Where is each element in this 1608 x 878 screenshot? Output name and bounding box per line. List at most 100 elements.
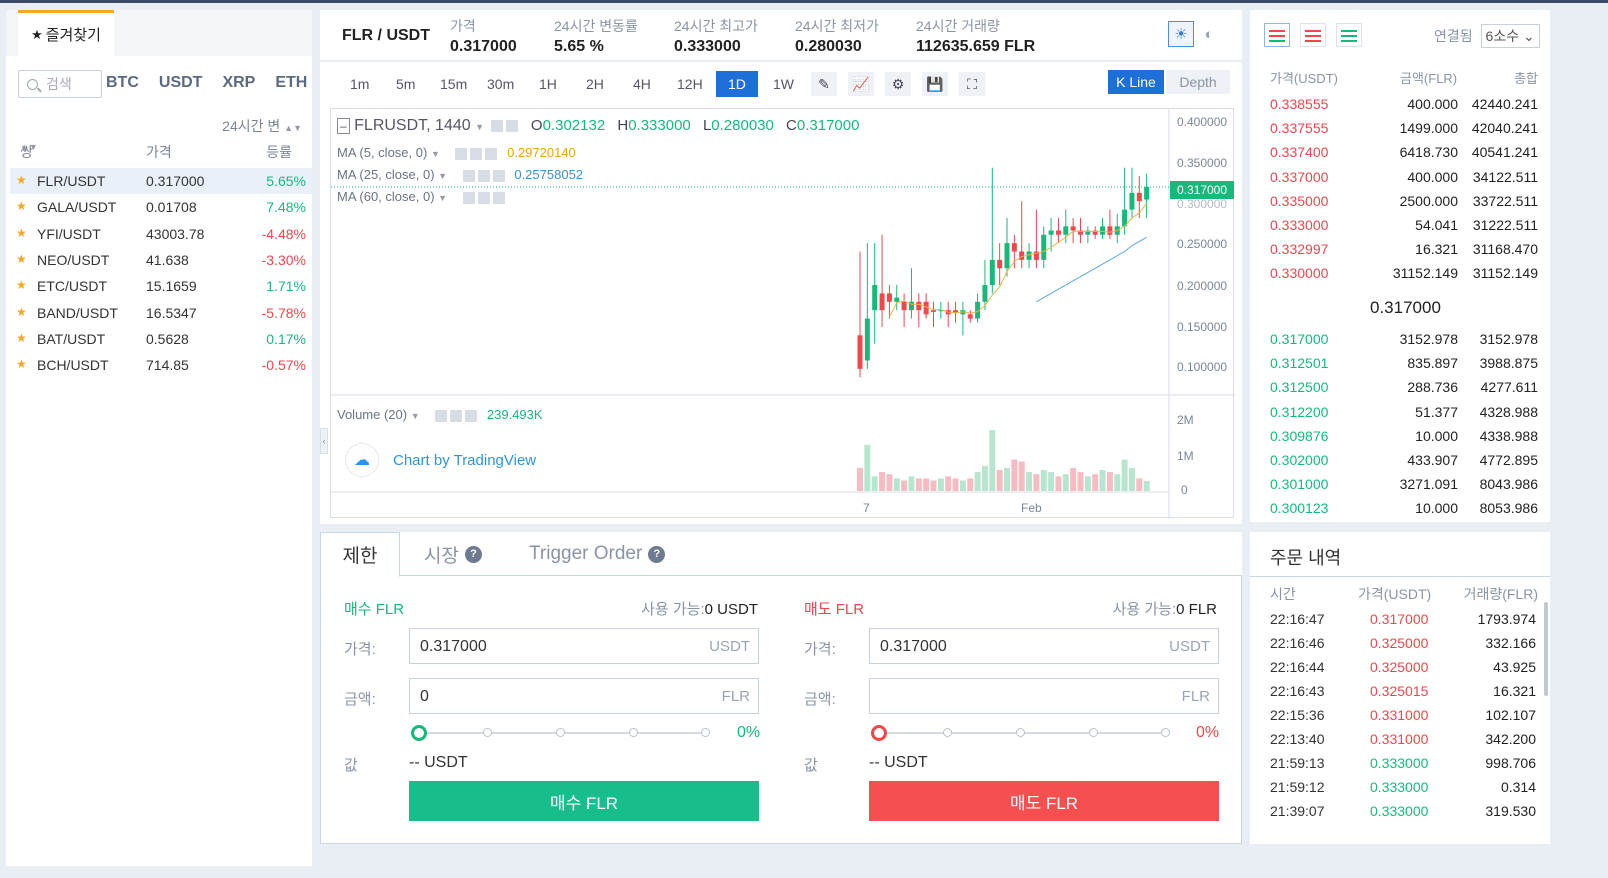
timeframe-4h[interactable]: 4H [633, 76, 651, 92]
market-tab-usdt[interactable]: USDT [159, 74, 203, 92]
close-icon[interactable] [492, 169, 505, 182]
book-row[interactable]: 0.302000 433.907 4772.895 [1250, 448, 1550, 472]
fullscreen-icon[interactable]: ⛶ [959, 72, 985, 96]
book-row[interactable]: 0.300123 10.000 8053.986 [1250, 496, 1550, 520]
tradingview-attribution[interactable]: ☁ Chart by TradingView [345, 443, 536, 477]
star-icon[interactable]: ★ [16, 305, 27, 319]
buy-button[interactable]: 매수 FLR [409, 781, 759, 821]
draw-pencil-icon[interactable]: ✎ [811, 72, 837, 96]
book-asks-icon[interactable] [1300, 23, 1326, 47]
coin-row[interactable]: ★ BCH/USDT 714.85 -0.57% [10, 352, 312, 378]
indicators-icon[interactable]: 📈 [848, 72, 874, 96]
star-icon[interactable]: ★ [16, 331, 27, 345]
sell-price-input[interactable]: 0.317000 USDT [869, 628, 1219, 664]
decimal-selector[interactable]: 연결됨 6소수 ⌄ [1434, 24, 1540, 48]
sell-amount-slider[interactable] [871, 725, 1170, 741]
gear-icon[interactable] [450, 409, 463, 422]
book-row-price: 0.335000 [1270, 192, 1329, 209]
change-column-header[interactable]: 등률 [266, 142, 292, 162]
close-icon[interactable] [492, 191, 505, 204]
buy-slider-handle[interactable] [411, 725, 427, 741]
timeframe-1h[interactable]: 1H [539, 76, 557, 92]
star-icon[interactable]: ★ [16, 278, 27, 292]
dark-theme-button[interactable]: ◐ [1196, 21, 1222, 47]
eye-icon[interactable] [462, 169, 475, 182]
sell-slider-handle[interactable] [871, 725, 887, 741]
collapse-legend-icon[interactable]: – [337, 118, 350, 134]
market-tab-eth[interactable]: ETH [275, 74, 307, 92]
book-row[interactable]: 0.312500 288.736 4277.611 [1250, 375, 1550, 399]
book-both-icon[interactable] [1264, 23, 1290, 47]
star-icon[interactable]: ★ [16, 199, 27, 213]
coin-row[interactable]: ★ YFI/USDT 43003.78 -4.48% [10, 221, 312, 247]
eye-icon[interactable] [491, 119, 504, 132]
gear-icon[interactable] [506, 119, 519, 132]
book-row[interactable]: 0.337555 1499.000 42040.241 [1250, 116, 1550, 140]
eye-icon[interactable] [435, 409, 448, 422]
book-row[interactable]: 0.338555 400.000 42440.241 [1250, 92, 1550, 116]
book-row[interactable]: 0.317000 3152.978 3152.978 [1250, 327, 1550, 351]
close-icon[interactable] [485, 147, 498, 160]
buy-amount-input[interactable]: 0 FLR [409, 678, 759, 714]
collapse-left-panel-handle[interactable]: ‹ [320, 428, 328, 454]
trade-list-scrollbar[interactable] [1544, 602, 1548, 696]
book-row[interactable]: 0.312200 51.377 4328.988 [1250, 400, 1550, 424]
coin-row[interactable]: ★ BAND/USDT 16.5347 -5.78% [10, 300, 312, 326]
sell-button[interactable]: 매도 FLR [869, 781, 1219, 821]
star-icon[interactable]: ★ [16, 226, 27, 240]
buy-amount-slider[interactable] [411, 725, 710, 741]
price-column-header[interactable]: 가격 [146, 142, 172, 162]
gear-icon[interactable] [477, 191, 490, 204]
gear-icon[interactable] [470, 147, 483, 160]
eye-icon[interactable] [462, 191, 475, 204]
sell-amount-input[interactable]: FLR [869, 678, 1219, 714]
book-row[interactable]: 0.301000 3271.091 8043.986 [1250, 472, 1550, 496]
book-row[interactable]: 0.333000 54.041 31222.511 [1250, 213, 1550, 237]
tradingview-chart[interactable]: – FLRUSDT, 1440 ▼ O0.302132 H0.333000 L0… [330, 108, 1235, 519]
light-theme-button[interactable]: ☀ [1168, 21, 1194, 47]
gear-icon[interactable] [477, 169, 490, 182]
eye-icon[interactable] [455, 147, 468, 160]
book-bids-icon[interactable] [1336, 23, 1362, 47]
coin-row[interactable]: ★ FLR/USDT 0.317000 5.65% [10, 168, 312, 194]
timeframe-12h[interactable]: 12H [677, 76, 703, 92]
timeframe-30m[interactable]: 30m [487, 76, 514, 92]
star-icon[interactable]: ★ [16, 357, 27, 371]
timeframe-1w[interactable]: 1W [773, 76, 794, 92]
book-row[interactable]: 0.335000 2500.000 33722.511 [1250, 189, 1550, 213]
star-icon[interactable]: ★ [16, 173, 27, 187]
change-period-header[interactable]: 24시간 변 ▲▼ [222, 116, 302, 136]
kline-view-button[interactable]: K Line [1108, 70, 1164, 94]
search-input[interactable]: 검색 [18, 70, 102, 98]
tab-limit[interactable]: 제한 [320, 532, 400, 577]
timeframe-1m[interactable]: 1m [350, 76, 369, 92]
favorites-tab[interactable]: ★ 즐겨찾기 [18, 10, 114, 56]
market-tab-xrp[interactable]: XRP [222, 74, 255, 92]
settings-gear-icon[interactable]: ⚙ [885, 72, 911, 96]
coin-row[interactable]: ★ ETC/USDT 15.1659 1.71% [10, 273, 312, 299]
buy-price-input[interactable]: 0.317000 USDT [409, 628, 759, 664]
market-tab-btc[interactable]: BTC [106, 74, 139, 92]
book-row[interactable]: 0.309876 10.000 4338.988 [1250, 424, 1550, 448]
save-floppy-icon[interactable]: 💾 [922, 72, 948, 96]
book-row[interactable]: 0.332997 16.321 31168.470 [1250, 237, 1550, 261]
timeframe-2h[interactable]: 2H [586, 76, 604, 92]
timeframe-15m[interactable]: 15m [440, 76, 467, 92]
tab-market[interactable]: 시장? [424, 532, 482, 576]
book-row[interactable]: 0.337000 400.000 34122.511 [1250, 165, 1550, 189]
book-row[interactable]: 0.337400 6418.730 40541.241 [1250, 140, 1550, 164]
timeframe-1d[interactable]: 1D [716, 71, 758, 97]
tab-trigger-order[interactable]: Trigger Order? [529, 532, 666, 576]
coin-row[interactable]: ★ BAT/USDT 0.5628 0.17% [10, 326, 312, 352]
coin-row[interactable]: ★ GALA/USDT 0.01708 7.48% [10, 194, 312, 220]
help-icon[interactable]: ? [648, 545, 666, 563]
help-icon[interactable]: ? [464, 545, 482, 563]
close-icon[interactable] [465, 409, 478, 422]
depth-view-button[interactable]: Depth [1166, 70, 1230, 94]
timeframe-5m[interactable]: 5m [396, 76, 415, 92]
star-icon[interactable]: ★ [16, 252, 27, 266]
coin-row[interactable]: ★ NEO/USDT 41.638 -3.30% [10, 247, 312, 273]
decimal-dropdown[interactable]: 6소수 ⌄ [1480, 24, 1540, 48]
book-row[interactable]: 0.330000 31152.149 31152.149 [1250, 261, 1550, 285]
book-row[interactable]: 0.312501 835.897 3988.875 [1250, 351, 1550, 375]
